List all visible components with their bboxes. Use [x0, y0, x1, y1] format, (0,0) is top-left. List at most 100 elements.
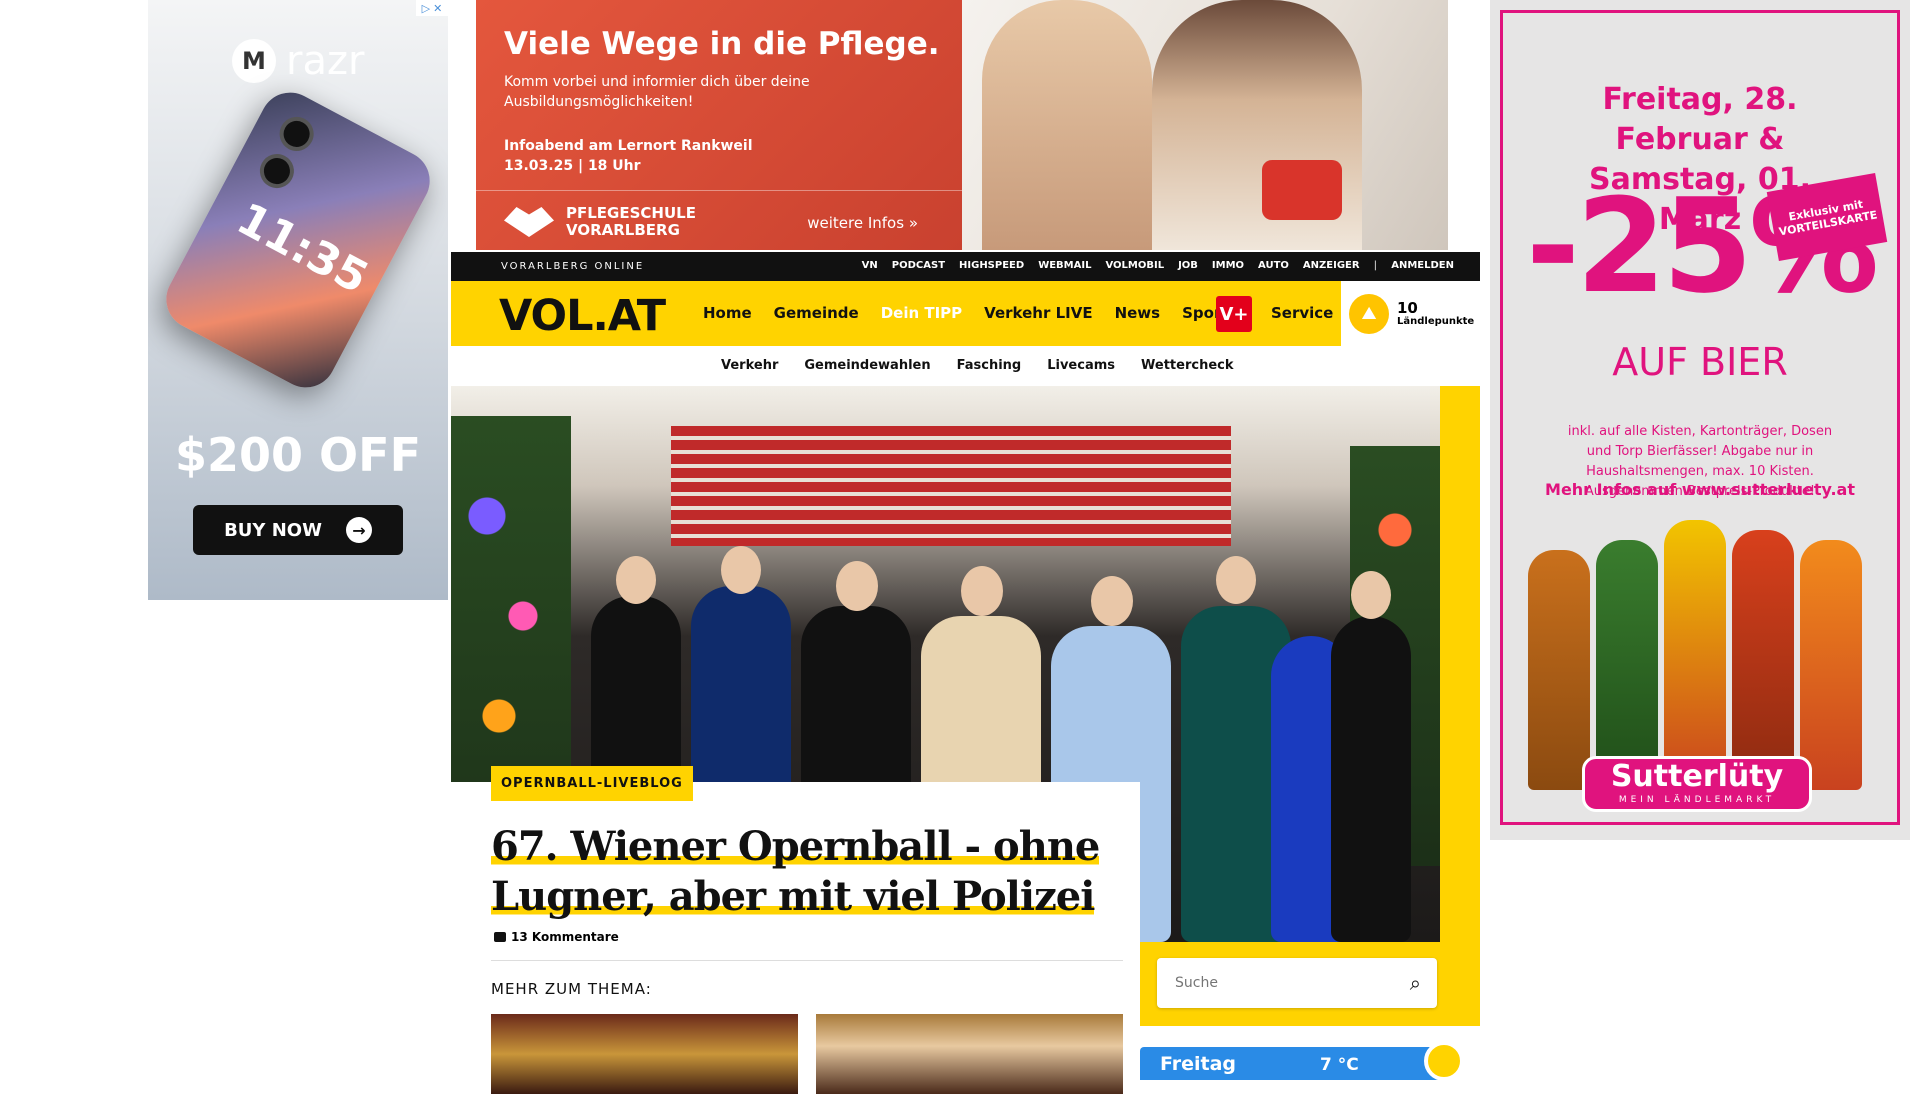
nav-item-news[interactable]: News [1115, 304, 1161, 322]
banner-ad-pflege[interactable]: Viele Wege in die Pflege. Komm vorbei un… [476, 0, 1448, 250]
store-name: Sutterlüty [1610, 759, 1784, 794]
banner-object [1262, 160, 1342, 220]
ad-link[interactable]: Mehr Infos auf www.sutterluety.at [1490, 480, 1910, 499]
search-box: ⌕ [1157, 958, 1437, 1008]
subnav-item-verkehr[interactable]: Verkehr [721, 358, 778, 373]
nav-item-gemeinde[interactable]: Gemeinde [774, 304, 859, 322]
beer-bottle [1528, 550, 1590, 790]
points-text: 10 Ländlepunkte [1397, 300, 1474, 327]
person [1331, 616, 1411, 942]
phone-time: 11:35 [228, 193, 377, 305]
sub-nav: Verkehr Gemeindewahlen Fasching Livecams… [451, 346, 1480, 386]
ad-right-sutterluety[interactable]: Freitag, 28. Februar & Samstag, 01. März… [1490, 0, 1910, 840]
subnav-item-livecams[interactable]: Livecams [1047, 358, 1115, 373]
login-link[interactable]: ANMELDEN [1391, 260, 1454, 271]
store-tagline: MEIN LÄNDLEMARKT [1618, 795, 1776, 805]
banner-subtitle: Komm vorbei und informier dich über dein… [504, 74, 810, 110]
top-links: VN PODCAST HIGHSPEED WEBMAIL VOLMOBIL JO… [862, 260, 1454, 271]
heart-logo-icon [504, 207, 554, 237]
camera-lens [253, 148, 300, 195]
sun-icon [1424, 1041, 1464, 1081]
banner-text-panel: Viele Wege in die Pflege. Komm vorbei un… [476, 0, 962, 250]
subnav-item-wettercheck[interactable]: Wettercheck [1141, 358, 1233, 373]
nav-item-dein-tipp[interactable]: Dein TIPP [881, 304, 962, 322]
weather-temp: 7 °C [1320, 1055, 1359, 1075]
red-stairs [671, 426, 1231, 546]
article-headline[interactable]: 67. Wiener Opernball - ohne Lugner, aber… [491, 822, 1111, 922]
vplus-button[interactable]: V+ [1216, 296, 1252, 332]
top-link-vn[interactable]: VN [862, 260, 878, 271]
site-logo[interactable]: VOL.AT [499, 291, 666, 341]
face [616, 556, 656, 604]
face [1091, 576, 1133, 626]
related-heading: MEHR ZUM THEMA: [491, 980, 652, 998]
banner-divider [476, 190, 962, 191]
search-input[interactable] [1157, 958, 1387, 1008]
banner-photo [962, 0, 1448, 250]
weather-widget[interactable]: Freitag 7 °C [1140, 1041, 1464, 1081]
article-headline-text: 67. Wiener Opernball - ohne Lugner, aber… [491, 823, 1100, 920]
main-nav: VOL.AT Home Gemeinde Dein TIPP Verkehr L… [451, 281, 1480, 346]
comments-link[interactable]: 13 Kommentare [494, 930, 619, 944]
ad-price: $200 OFF [175, 428, 421, 482]
beer-bottle [1732, 530, 1794, 790]
buy-now-button[interactable]: BUY NOW → [193, 505, 403, 555]
banner-title: Viele Wege in die Pflege. [504, 26, 940, 62]
top-link-job[interactable]: JOB [1178, 260, 1198, 271]
sub-nav-items: Verkehr Gemeindewahlen Fasching Livecams… [721, 358, 1234, 373]
related-thumb[interactable] [491, 1014, 798, 1094]
banner-person [982, 0, 1152, 250]
nav-items: Home Gemeinde Dein TIPP Verkehr LIVE New… [703, 304, 1229, 322]
face [836, 561, 878, 611]
points-value: 10 [1397, 299, 1418, 317]
banner-more-link[interactable]: weitere Infos » [807, 214, 918, 232]
nav-item-verkehr-live[interactable]: Verkehr LIVE [984, 304, 1092, 322]
camera-lens [273, 110, 320, 157]
article-tag[interactable]: OPERNBALL-LIVEBLOG [491, 766, 693, 801]
phone-image: 11:35 [155, 82, 441, 398]
store-logo: Sutterlüty MEIN LÄNDLEMARKT [1582, 756, 1812, 812]
ad-choices-icon[interactable]: ▷ ✕ [416, 0, 448, 16]
search-icon[interactable]: ⌕ [1410, 971, 1421, 995]
site-label: VORARLBERG ONLINE [501, 261, 645, 272]
nav-item-home[interactable]: Home [703, 304, 752, 322]
comments-count: 13 Kommentare [511, 930, 619, 944]
face [961, 566, 1003, 616]
top-bar: VORARLBERG ONLINE VN PODCAST HIGHSPEED W… [451, 252, 1480, 281]
top-link-immo[interactable]: IMMO [1212, 260, 1244, 271]
banner-logo: PFLEGESCHULE VORARLBERG [504, 205, 696, 239]
buy-now-label: BUY NOW [224, 519, 322, 541]
ad-brand: M razr [232, 38, 364, 84]
subnav-item-fasching[interactable]: Fasching [957, 358, 1022, 373]
comment-icon [494, 932, 506, 942]
subnav-item-gemeindewahlen[interactable]: Gemeindewahlen [804, 358, 930, 373]
beer-bottle [1800, 540, 1862, 790]
face [721, 546, 761, 594]
top-link-highspeed[interactable]: HIGHSPEED [959, 260, 1024, 271]
top-link-anzeiger[interactable]: ANZEIGER [1303, 260, 1360, 271]
top-link-auto[interactable]: AUTO [1258, 260, 1289, 271]
arrow-right-circle-icon: → [345, 517, 372, 543]
mountain-sun-icon: ⛰ [1349, 293, 1389, 334]
related-thumb[interactable] [816, 1014, 1123, 1094]
top-link-podcast[interactable]: PODCAST [892, 260, 945, 271]
ad-category: AUF BIER [1612, 340, 1788, 384]
ad-left-razr[interactable]: ▷ ✕ M razr 11:35 $200 OFF BUY NOW → [148, 0, 448, 600]
points-label: Ländlepunkte [1397, 316, 1475, 327]
face [1351, 571, 1391, 619]
face [1216, 556, 1256, 604]
points-widget[interactable]: ⛰ 10 Ländlepunkte [1341, 281, 1480, 346]
banner-info: Infoabend am Lernort Rankweil 13.03.25 |… [504, 138, 753, 174]
banner-school: PFLEGESCHULE VORARLBERG [566, 204, 696, 239]
top-link-webmail[interactable]: WEBMAIL [1038, 260, 1091, 271]
motorola-logo-icon: M [232, 39, 276, 83]
nav-item-service[interactable]: Service [1271, 304, 1333, 322]
article-teaser[interactable]: OPERNBALL-LIVEBLOG 67. Wiener Opernball … [451, 766, 1140, 1094]
beer-bottle [1596, 540, 1658, 790]
ad-brand-text: razr [286, 38, 365, 84]
top-link-separator: | [1373, 260, 1378, 271]
weather-day: Freitag [1160, 1053, 1237, 1075]
top-link-volmobil[interactable]: VOLMOBIL [1105, 260, 1164, 271]
divider [491, 960, 1123, 961]
beer-bottle [1664, 520, 1726, 790]
